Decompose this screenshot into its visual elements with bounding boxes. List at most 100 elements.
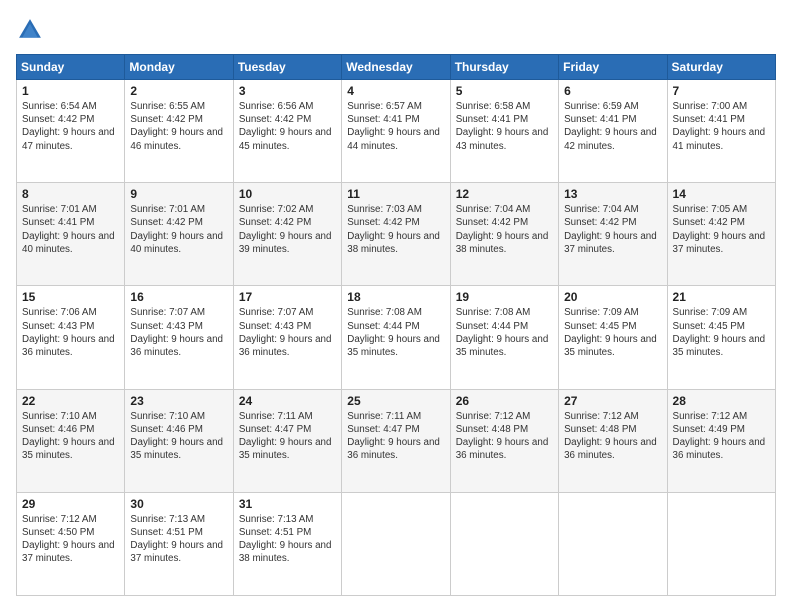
day-info: Sunrise: 7:01 AMSunset: 4:41 PMDaylight:…: [22, 203, 119, 256]
day-info: Sunrise: 6:56 AMSunset: 4:42 PMDaylight:…: [239, 100, 336, 153]
day-number: 19: [456, 290, 553, 304]
day-number: 23: [130, 394, 227, 408]
calendar-week-5: 29 Sunrise: 7:12 AMSunset: 4:50 PMDayligh…: [17, 492, 776, 595]
day-number: 6: [564, 84, 661, 98]
day-number: 21: [673, 290, 770, 304]
calendar-week-3: 15 Sunrise: 7:06 AMSunset: 4:43 PMDayligh…: [17, 286, 776, 389]
calendar-cell: 15 Sunrise: 7:06 AMSunset: 4:43 PMDayligh…: [17, 286, 125, 389]
calendar-cell: 17 Sunrise: 7:07 AMSunset: 4:43 PMDayligh…: [233, 286, 341, 389]
calendar-cell: 25 Sunrise: 7:11 AMSunset: 4:47 PMDayligh…: [342, 389, 450, 492]
day-info: Sunrise: 7:09 AMSunset: 4:45 PMDaylight:…: [673, 306, 770, 359]
day-header-thursday: Thursday: [450, 55, 558, 80]
day-number: 25: [347, 394, 444, 408]
day-info: Sunrise: 7:07 AMSunset: 4:43 PMDaylight:…: [239, 306, 336, 359]
day-info: Sunrise: 7:02 AMSunset: 4:42 PMDaylight:…: [239, 203, 336, 256]
day-number: 31: [239, 497, 336, 511]
day-info: Sunrise: 7:11 AMSunset: 4:47 PMDaylight:…: [347, 410, 444, 463]
logo: [16, 16, 48, 44]
day-number: 13: [564, 187, 661, 201]
calendar-header-row: SundayMondayTuesdayWednesdayThursdayFrid…: [17, 55, 776, 80]
day-info: Sunrise: 7:08 AMSunset: 4:44 PMDaylight:…: [347, 306, 444, 359]
day-info: Sunrise: 7:10 AMSunset: 4:46 PMDaylight:…: [22, 410, 119, 463]
day-number: 18: [347, 290, 444, 304]
day-info: Sunrise: 7:04 AMSunset: 4:42 PMDaylight:…: [564, 203, 661, 256]
day-info: Sunrise: 7:09 AMSunset: 4:45 PMDaylight:…: [564, 306, 661, 359]
calendar-cell: 16Sunrise: 7:07 AMSunset: 4:43 PMDayligh…: [125, 286, 233, 389]
calendar-cell: 7 Sunrise: 7:00 AMSunset: 4:41 PMDaylight…: [667, 80, 775, 183]
day-info: Sunrise: 7:12 AMSunset: 4:50 PMDaylight:…: [22, 513, 119, 566]
day-number: 12: [456, 187, 553, 201]
calendar-cell: 8Sunrise: 7:01 AMSunset: 4:41 PMDaylight…: [17, 183, 125, 286]
calendar-cell: 24 Sunrise: 7:11 AMSunset: 4:47 PMDayligh…: [233, 389, 341, 492]
day-info: Sunrise: 6:58 AMSunset: 4:41 PMDaylight:…: [456, 100, 553, 153]
day-info: Sunrise: 7:06 AMSunset: 4:43 PMDaylight:…: [22, 306, 119, 359]
calendar-cell: 5 Sunrise: 6:58 AMSunset: 4:41 PMDaylight…: [450, 80, 558, 183]
calendar-cell: 23 Sunrise: 7:10 AMSunset: 4:46 PMDayligh…: [125, 389, 233, 492]
day-number: 5: [456, 84, 553, 98]
calendar-cell: 26 Sunrise: 7:12 AMSunset: 4:48 PMDayligh…: [450, 389, 558, 492]
calendar-cell: 21 Sunrise: 7:09 AMSunset: 4:45 PMDayligh…: [667, 286, 775, 389]
calendar-cell: [342, 492, 450, 595]
day-info: Sunrise: 7:13 AMSunset: 4:51 PMDaylight:…: [239, 513, 336, 566]
day-info: Sunrise: 7:04 AMSunset: 4:42 PMDaylight:…: [456, 203, 553, 256]
day-info: Sunrise: 7:08 AMSunset: 4:44 PMDaylight:…: [456, 306, 553, 359]
day-number: 14: [673, 187, 770, 201]
calendar-cell: 2Sunrise: 6:55 AMSunset: 4:42 PMDaylight…: [125, 80, 233, 183]
day-header-monday: Monday: [125, 55, 233, 80]
day-number: 24: [239, 394, 336, 408]
calendar-cell: 10 Sunrise: 7:02 AMSunset: 4:42 PMDayligh…: [233, 183, 341, 286]
page: SundayMondayTuesdayWednesdayThursdayFrid…: [0, 0, 792, 612]
calendar-cell: 28Sunrise: 7:12 AMSunset: 4:49 PMDayligh…: [667, 389, 775, 492]
day-info: Sunrise: 7:12 AMSunset: 4:48 PMDaylight:…: [564, 410, 661, 463]
calendar-cell: 3 Sunrise: 6:56 AMSunset: 4:42 PMDaylight…: [233, 80, 341, 183]
day-number: 29: [22, 497, 119, 511]
day-info: Sunrise: 6:55 AMSunset: 4:42 PMDaylight:…: [130, 100, 227, 153]
day-number: 20: [564, 290, 661, 304]
calendar-cell: 4 Sunrise: 6:57 AMSunset: 4:41 PMDaylight…: [342, 80, 450, 183]
day-number: 10: [239, 187, 336, 201]
day-number: 28: [673, 394, 770, 408]
calendar-week-4: 22 Sunrise: 7:10 AMSunset: 4:46 PMDayligh…: [17, 389, 776, 492]
day-number: 9: [130, 187, 227, 201]
day-info: Sunrise: 6:57 AMSunset: 4:41 PMDaylight:…: [347, 100, 444, 153]
calendar-cell: 11 Sunrise: 7:03 AMSunset: 4:42 PMDayligh…: [342, 183, 450, 286]
calendar-cell: [559, 492, 667, 595]
calendar-table: SundayMondayTuesdayWednesdayThursdayFrid…: [16, 54, 776, 596]
day-info: Sunrise: 7:03 AMSunset: 4:42 PMDaylight:…: [347, 203, 444, 256]
day-number: 27: [564, 394, 661, 408]
calendar-cell: 29 Sunrise: 7:12 AMSunset: 4:50 PMDayligh…: [17, 492, 125, 595]
day-number: 7: [673, 84, 770, 98]
calendar-cell: 14 Sunrise: 7:05 AMSunset: 4:42 PMDayligh…: [667, 183, 775, 286]
calendar-cell: [450, 492, 558, 595]
day-info: Sunrise: 7:11 AMSunset: 4:47 PMDaylight:…: [239, 410, 336, 463]
day-info: Sunrise: 7:12 AMSunset: 4:48 PMDaylight:…: [456, 410, 553, 463]
day-info: Sunrise: 6:59 AMSunset: 4:41 PMDaylight:…: [564, 100, 661, 153]
calendar-cell: 27 Sunrise: 7:12 AMSunset: 4:48 PMDayligh…: [559, 389, 667, 492]
day-info: Sunrise: 7:10 AMSunset: 4:46 PMDaylight:…: [130, 410, 227, 463]
day-number: 22: [22, 394, 119, 408]
day-header-saturday: Saturday: [667, 55, 775, 80]
day-number: 11: [347, 187, 444, 201]
calendar-cell: 12 Sunrise: 7:04 AMSunset: 4:42 PMDayligh…: [450, 183, 558, 286]
day-info: Sunrise: 7:00 AMSunset: 4:41 PMDaylight:…: [673, 100, 770, 153]
calendar-cell: 20 Sunrise: 7:09 AMSunset: 4:45 PMDayligh…: [559, 286, 667, 389]
day-number: 17: [239, 290, 336, 304]
calendar-cell: 1 Sunrise: 6:54 AMSunset: 4:42 PMDaylight…: [17, 80, 125, 183]
day-info: Sunrise: 7:13 AMSunset: 4:51 PMDaylight:…: [130, 513, 227, 566]
day-header-tuesday: Tuesday: [233, 55, 341, 80]
calendar-cell: 30Sunrise: 7:13 AMSunset: 4:51 PMDayligh…: [125, 492, 233, 595]
day-number: 26: [456, 394, 553, 408]
calendar-cell: 19 Sunrise: 7:08 AMSunset: 4:44 PMDayligh…: [450, 286, 558, 389]
calendar-cell: [667, 492, 775, 595]
calendar-cell: 13 Sunrise: 7:04 AMSunset: 4:42 PMDayligh…: [559, 183, 667, 286]
day-number: 15: [22, 290, 119, 304]
calendar-cell: 9 Sunrise: 7:01 AMSunset: 4:42 PMDaylight…: [125, 183, 233, 286]
day-number: 4: [347, 84, 444, 98]
calendar-cell: 6 Sunrise: 6:59 AMSunset: 4:41 PMDaylight…: [559, 80, 667, 183]
day-info: Sunrise: 7:05 AMSunset: 4:42 PMDaylight:…: [673, 203, 770, 256]
calendar-week-2: 8Sunrise: 7:01 AMSunset: 4:41 PMDaylight…: [17, 183, 776, 286]
day-info: Sunrise: 7:01 AMSunset: 4:42 PMDaylight:…: [130, 203, 227, 256]
day-number: 1: [22, 84, 119, 98]
day-info: Sunrise: 6:54 AMSunset: 4:42 PMDaylight:…: [22, 100, 119, 153]
day-number: 3: [239, 84, 336, 98]
